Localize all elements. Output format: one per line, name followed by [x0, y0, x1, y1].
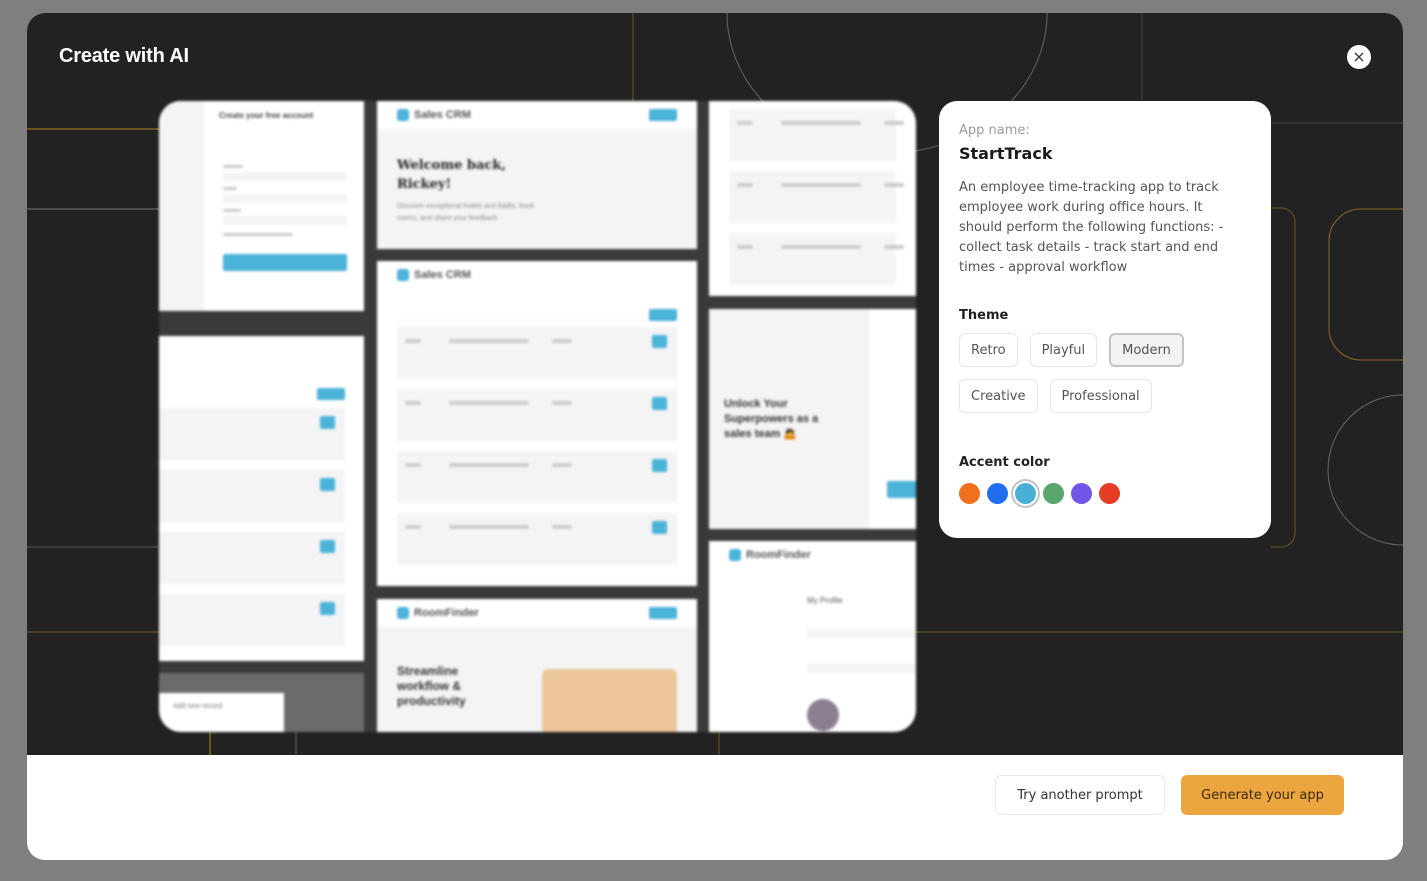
accent-swatch-green[interactable] — [1043, 483, 1064, 504]
theme-retro[interactable]: Retro — [959, 333, 1018, 367]
app-details-card: App name: StartTrack An employee time-tr… — [939, 101, 1271, 538]
app-description: An employee time-tracking app to track e… — [959, 180, 1224, 275]
preview-brand: Sales CRM — [414, 269, 471, 281]
app-name: StartTrack — [959, 144, 1053, 163]
generate-app-button[interactable]: Generate your app — [1181, 775, 1344, 815]
preview-unlock-heading: Unlock Your Superpowers as a sales team … — [724, 398, 819, 440]
theme-professional[interactable]: Professional — [1049, 379, 1152, 413]
logo-icon — [729, 549, 741, 561]
theme-playful[interactable]: Playful — [1029, 333, 1098, 367]
preview-brand: RoomFinder — [414, 607, 479, 619]
preview-signup: Create your free account — [159, 101, 364, 311]
preview-photo — [542, 669, 677, 732]
theme-options: Retro Playful Modern Creative Profession… — [959, 333, 1219, 413]
preview-add-record-label: Add new record — [173, 703, 223, 710]
preview-list-center: Sales CRM — [377, 261, 697, 586]
preview-unlock: Unlock Your Superpowers as a sales team … — [709, 309, 916, 529]
accent-color-label: Accent color — [959, 455, 1050, 470]
accent-swatch-orange[interactable] — [959, 483, 980, 504]
accent-swatch-purple[interactable] — [1071, 483, 1092, 504]
app-name-label: App name: — [959, 123, 1030, 138]
close-icon — [1354, 52, 1364, 62]
preview-welcome: Sales CRM Welcome back, Rickey! Discover… — [377, 101, 697, 249]
preview-stage: Create with AI Create your free account — [27, 13, 1403, 755]
preview-roomfinder: RoomFinder Streamline workflow & product… — [377, 599, 697, 732]
preview-brand: RoomFinder — [746, 549, 811, 561]
accent-color-swatches — [959, 483, 1251, 504]
preview-profile: RoomFinder My Profile — [709, 541, 916, 732]
accent-swatch-light-blue[interactable] — [1015, 483, 1036, 504]
theme-modern[interactable]: Modern — [1109, 333, 1184, 367]
accent-swatch-red[interactable] — [1099, 483, 1120, 504]
preview-welcome-heading: Welcome back, Rickey! — [397, 158, 506, 192]
theme-creative[interactable]: Creative — [959, 379, 1038, 413]
preview-brand: Sales CRM — [414, 109, 471, 121]
preview-list-left — [159, 336, 364, 661]
preview-profile-title: My Profile — [807, 596, 843, 605]
preview-avatar — [807, 699, 839, 731]
modal-title: Create with AI — [59, 45, 189, 67]
create-with-ai-modal: Create with AI Create your free account — [27, 13, 1403, 860]
preview-list-top — [709, 101, 916, 296]
preview-streamline-heading: Streamline workflow & productivity — [397, 664, 466, 708]
accent-swatch-blue[interactable] — [987, 483, 1008, 504]
close-button[interactable] — [1347, 45, 1371, 69]
logo-icon — [397, 109, 409, 121]
template-preview-collage: Create your free account Sales CRM Welco… — [159, 101, 916, 732]
theme-label: Theme — [959, 308, 1009, 323]
logo-icon — [397, 269, 409, 281]
preview-add-record: Add new record — [159, 693, 284, 732]
logo-icon — [397, 607, 409, 619]
preview-welcome-sub: Discover exceptional hotels and B&Bs, bo… — [397, 203, 535, 222]
try-another-prompt-button[interactable]: Try another prompt — [995, 775, 1165, 815]
preview-signup-title: Create your free account — [219, 111, 314, 120]
